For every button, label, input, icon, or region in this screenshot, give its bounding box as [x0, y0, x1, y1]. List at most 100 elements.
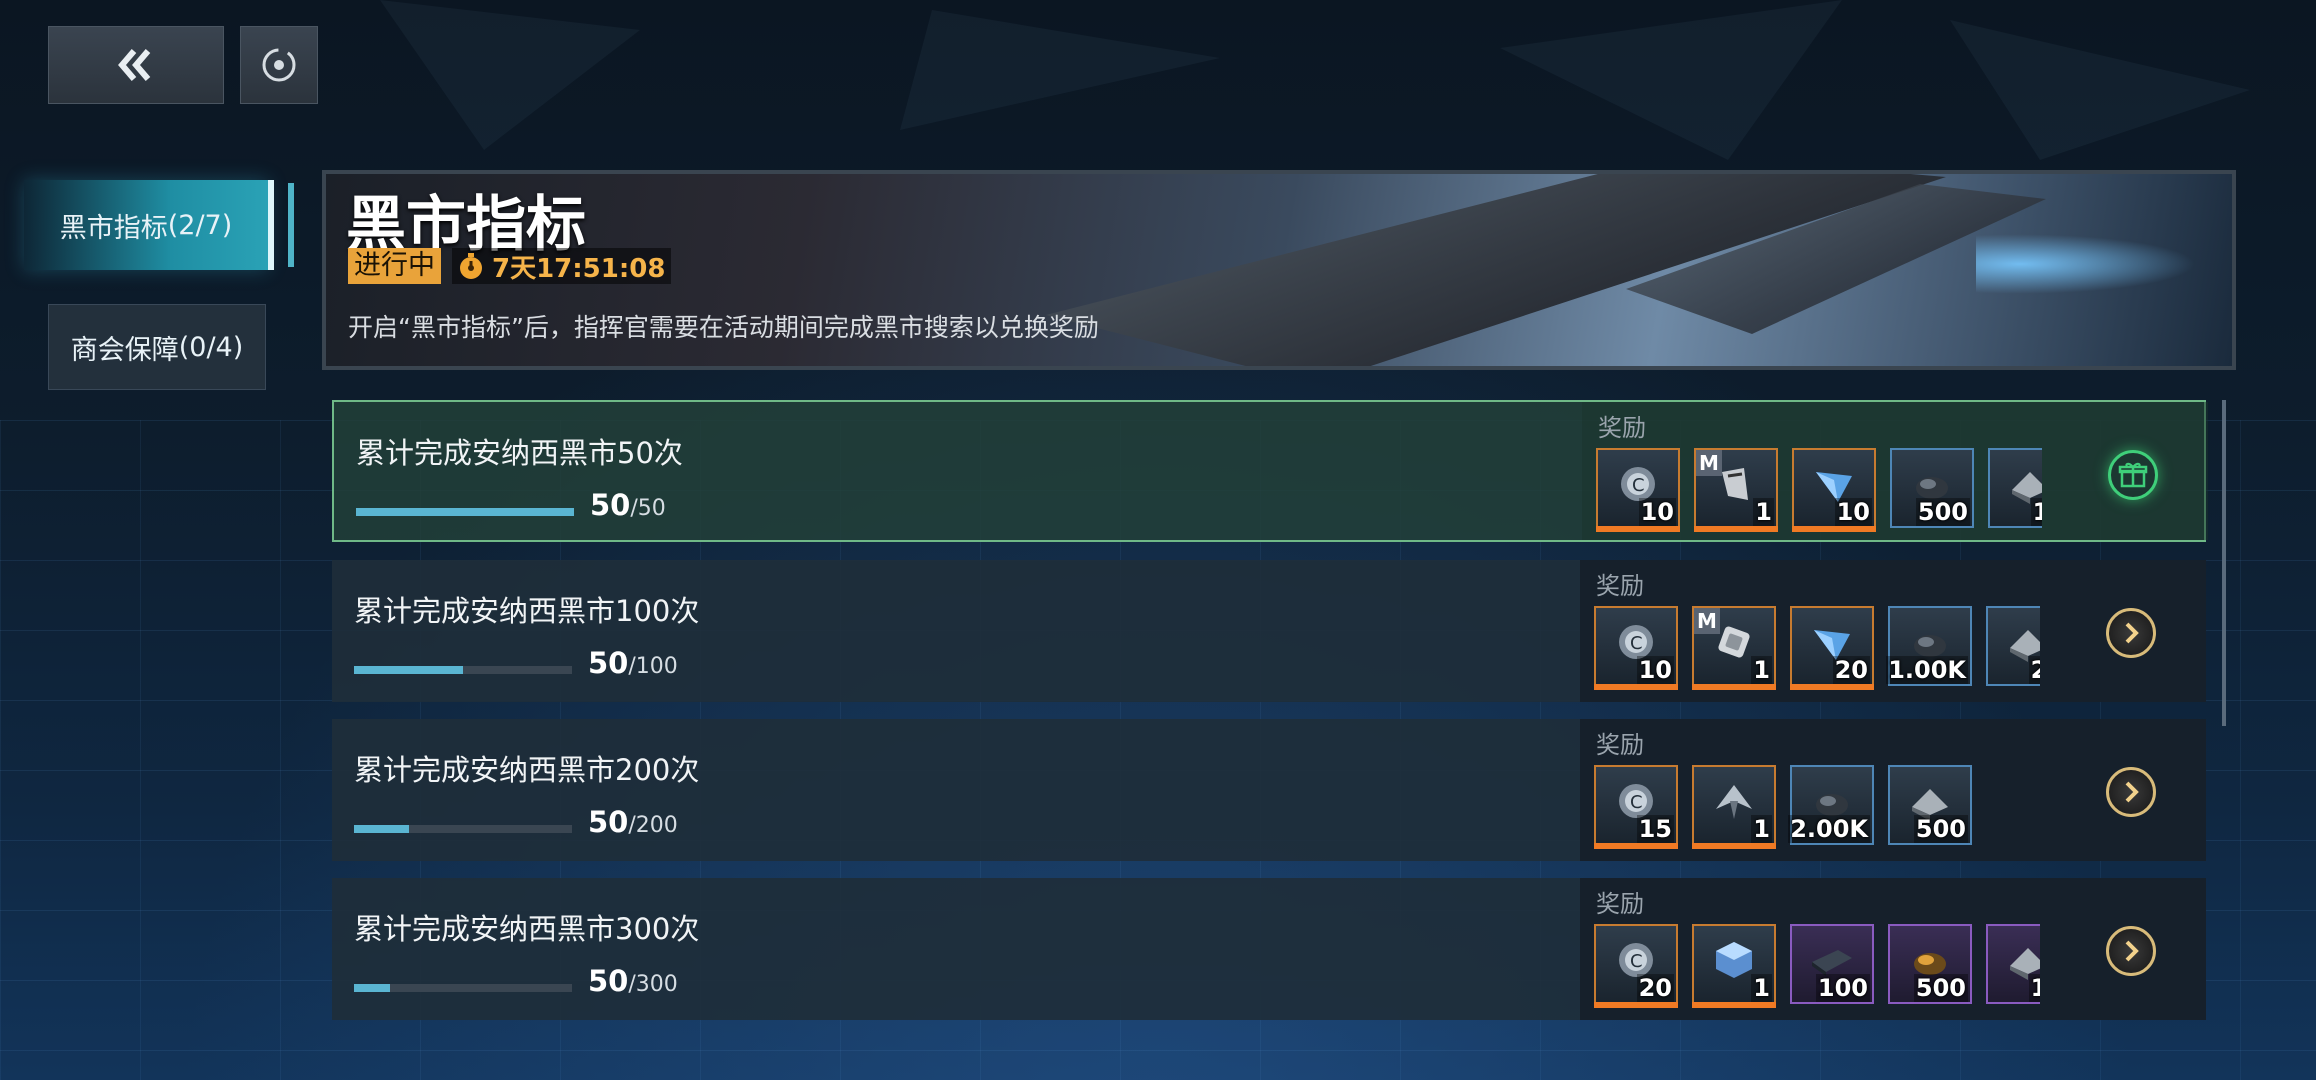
task-title: 累计完成安纳西黑市300次	[354, 912, 700, 946]
sidebar-tab-black-market[interactable]: 黑市指标 (2/7)	[24, 180, 294, 270]
reward-items: C 15 1 2.00K 500	[1594, 765, 2040, 861]
reward-quantity: 1.00K	[1886, 656, 1968, 684]
reward-label: 奖励	[1596, 890, 1644, 918]
progress-count: 50/200	[588, 805, 678, 839]
reward-item[interactable]: 500	[1890, 448, 1974, 528]
reward-quantity: 2.00K	[1788, 815, 1870, 843]
back-button[interactable]	[48, 26, 224, 104]
svg-text:C: C	[1632, 475, 1645, 496]
go-button[interactable]	[2106, 926, 2156, 976]
reward-item[interactable]: C 20	[1594, 924, 1678, 1008]
reward-item[interactable]: 1.00K	[1886, 606, 1972, 686]
svg-text:C: C	[1630, 792, 1643, 813]
reward-item[interactable]: 10	[1792, 448, 1876, 532]
reward-quantity: 1	[1753, 498, 1774, 526]
reward-item[interactable]: C 10	[1594, 606, 1678, 690]
progress-total: /200	[628, 813, 678, 838]
progress-total: /100	[628, 654, 678, 679]
cube-icon	[1712, 938, 1756, 982]
reward-item[interactable]: 12	[1986, 924, 2040, 1004]
progress-current: 50	[588, 805, 629, 839]
progress-current: 50	[590, 488, 631, 522]
reward-quantity: 1	[1751, 815, 1772, 843]
gift-icon	[2118, 462, 2148, 488]
module-badge: M	[1696, 450, 1722, 476]
reward-item[interactable]: 100	[1790, 924, 1874, 1004]
module-badge: M	[1694, 608, 1720, 634]
sidebar-tab-label: 黑市指标	[59, 212, 168, 244]
reward-quantity: 12	[2028, 974, 2040, 1002]
reward-item[interactable]: 12	[1988, 448, 2042, 528]
background-shard	[380, 0, 640, 150]
double-chevron-left-icon	[118, 49, 151, 81]
task-title: 累计完成安纳西黑市200次	[354, 753, 700, 787]
fighter-icon	[1712, 779, 1756, 823]
go-button[interactable]	[2106, 608, 2156, 658]
task-row: 累计完成安纳西黑市100次50/100奖励C10M1201.00K25	[332, 560, 2206, 702]
reward-quantity: 10	[1834, 498, 1872, 526]
progress-count: 50/300	[588, 964, 678, 998]
reward-quantity: 1	[1751, 974, 1772, 1002]
sidebar-tab-count: (2/7)	[167, 209, 233, 241]
reward-item[interactable]: M1	[1692, 606, 1776, 690]
reward-item[interactable]: 500	[1888, 765, 1972, 845]
go-button[interactable]	[2106, 767, 2156, 817]
stopwatch-icon	[460, 253, 482, 279]
progress-current: 50	[588, 964, 629, 998]
progress-bar	[354, 825, 572, 833]
reward-item[interactable]: 20	[1790, 606, 1874, 690]
list-scrollbar[interactable]	[2222, 400, 2226, 726]
reward-item[interactable]: 1	[1692, 924, 1776, 1008]
banner-description: 开启“黑市指标”后，指挥官需要在活动期间完成黑市搜索以兑换奖励	[348, 313, 1099, 342]
reward-quantity: 10	[1636, 656, 1674, 684]
reward-item[interactable]: 25	[1986, 606, 2040, 686]
engine-glow	[1976, 234, 2196, 294]
task-row: 累计完成安纳西黑市50次50/50奖励C10M11050012	[332, 400, 2208, 544]
reward-item[interactable]: M1	[1694, 448, 1778, 532]
active-tab-marker	[288, 183, 294, 267]
svg-text:C: C	[1630, 633, 1643, 654]
reward-quantity: 15	[1636, 815, 1674, 843]
sidebar-tab-count: (0/4)	[178, 331, 244, 363]
reward-label: 奖励	[1596, 731, 1644, 759]
reward-quantity: 12	[2030, 498, 2042, 526]
reward-quantity: 1	[1751, 656, 1772, 684]
sidebar-tab-chamber-guarantee[interactable]: 商会保障 (0/4)	[48, 304, 266, 390]
progress-fill	[354, 984, 391, 992]
reward-item[interactable]: 1	[1692, 765, 1776, 849]
chevron-right-icon	[2125, 622, 2139, 644]
reward-quantity: 500	[1915, 498, 1970, 526]
countdown-timer: 7天17:51:08	[452, 248, 672, 284]
progress-total: /300	[628, 972, 678, 997]
task-row: 累计完成安纳西黑市200次 50/200 奖励 C 15 1 2.00K 500	[332, 719, 2206, 861]
reward-quantity: 20	[1636, 974, 1674, 1002]
reward-item[interactable]: 2.00K	[1788, 765, 1874, 845]
task-row: 累计完成安纳西黑市300次 50/300 奖励 C20 1 100 500 12	[332, 878, 2206, 1020]
progress-fill	[354, 825, 409, 833]
claim-reward-button[interactable]	[2108, 450, 2158, 500]
progress-count: 50/50	[590, 488, 666, 522]
reward-item[interactable]: C 10	[1596, 448, 1680, 532]
target-icon	[262, 48, 296, 82]
reward-quantity: 500	[1913, 815, 1968, 843]
target-button[interactable]	[240, 26, 318, 104]
reward-quantity: 500	[1913, 974, 1968, 1002]
reward-item[interactable]: 500	[1888, 924, 1972, 1004]
progress-fill	[354, 666, 463, 674]
background-shard	[900, 10, 1220, 130]
reward-items: C10M11050012	[1596, 448, 2042, 544]
svg-text:C: C	[1630, 951, 1643, 972]
reward-quantity: 10	[1638, 498, 1676, 526]
task-title: 累计完成安纳西黑市50次	[356, 436, 683, 470]
status-badge: 进行中	[348, 248, 441, 284]
reward-item[interactable]: C 15	[1594, 765, 1678, 849]
reward-quantity: 100	[1815, 974, 1870, 1002]
timer-text: 7天17:51:08	[492, 253, 666, 284]
reward-label: 奖励	[1598, 414, 1646, 442]
event-banner: 黑市指标 进行中 7天17:51:08 开启“黑市指标”后，指挥官需要在活动期间…	[322, 170, 2236, 370]
background-shard	[1950, 20, 2250, 160]
reward-items: C20 1 100 500 12	[1594, 924, 2040, 1020]
progress-current: 50	[588, 646, 629, 680]
reward-label: 奖励	[1596, 572, 1644, 600]
reward-items: C10M1201.00K25	[1594, 606, 2040, 702]
